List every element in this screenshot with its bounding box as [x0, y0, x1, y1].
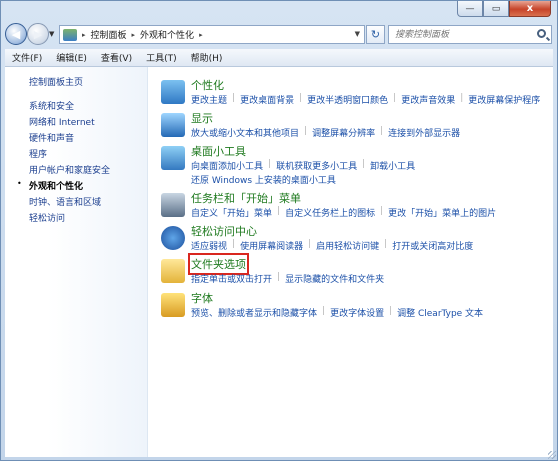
content-area: 控制面板主页 系统和安全 网络和 Internet 硬件和声音 程序 用户帐户和…	[5, 67, 553, 457]
breadcrumb-control-panel[interactable]: 控制面板	[91, 28, 127, 41]
link-cleartype[interactable]: 调整 ClearType 文本	[397, 306, 483, 319]
sidebar-home-link[interactable]: 控制面板主页	[29, 75, 83, 88]
menu-bar: 文件(F) 编辑(E) 查看(V) 工具(T) 帮助(H)	[5, 49, 553, 67]
category-links: 放大或缩小文本和其他项目 | 调整屏幕分辨率 | 连接到外部显示器	[191, 126, 461, 139]
forward-arrow-icon: ▶	[33, 27, 43, 41]
link-uninstall-gadget[interactable]: 卸载小工具	[370, 159, 415, 172]
search-icon[interactable]	[537, 29, 546, 38]
link-screen-reader[interactable]: 使用屏幕阅读器	[240, 239, 303, 252]
control-panel-window: — ▭ x ◀ ▶ ▼ ▸ 控制面板 ▸ 外观和个性化 ▸ ▼ ↻ 文件(F) …	[0, 0, 558, 461]
sidebar-item-user-accounts[interactable]: 用户帐户和家庭安全	[29, 163, 110, 176]
category-links-row2: 还原 Windows 上安装的桌面小工具	[191, 173, 336, 186]
link-ease-of-access-keys[interactable]: 启用轻松访问键	[316, 239, 379, 252]
current-item-bullet-icon: •	[17, 179, 22, 188]
menu-file[interactable]: 文件(F)	[5, 51, 49, 64]
breadcrumb-separator-icon[interactable]: ▸	[82, 31, 86, 39]
folder-options-title-highlighted[interactable]: 文件夹选项	[188, 253, 249, 275]
minimize-button[interactable]: —	[457, 1, 483, 17]
category-title[interactable]: 桌面小工具	[191, 143, 246, 159]
category-title[interactable]: 字体	[191, 290, 213, 306]
menu-tools[interactable]: 工具(T)	[139, 51, 184, 64]
sidebar-item-clock-language[interactable]: 时钟、语言和区域	[29, 195, 101, 208]
link-external-display[interactable]: 连接到外部显示器	[388, 126, 460, 139]
control-panel-icon	[63, 28, 77, 41]
close-button[interactable]: x	[509, 1, 551, 17]
category-links: 自定义「开始」菜单 | 自定义任务栏上的图标 | 更改「开始」菜单上的图片	[191, 206, 497, 219]
refresh-button[interactable]: ↻	[366, 25, 385, 44]
sidebar-item-network[interactable]: 网络和 Internet	[29, 115, 95, 128]
link-single-double-click[interactable]: 指定单击或双击打开	[191, 272, 272, 285]
sidebar-item-ease-of-access[interactable]: 轻松访问	[29, 211, 65, 224]
refresh-icon: ↻	[370, 28, 381, 41]
desktop-gadgets-icon[interactable]	[161, 146, 185, 170]
category-title[interactable]: 个性化	[191, 77, 224, 93]
maximize-button[interactable]: ▭	[483, 1, 509, 17]
category-links: 向桌面添加小工具 | 联机获取更多小工具 | 卸载小工具	[191, 159, 416, 172]
caption-buttons: — ▭ x	[457, 1, 551, 18]
menu-help[interactable]: 帮助(H)	[184, 51, 230, 64]
personalization-icon[interactable]	[161, 80, 185, 104]
address-dropdown-icon[interactable]: ▼	[355, 30, 360, 38]
link-customize-taskbar-icons[interactable]: 自定义任务栏上的图标	[285, 206, 375, 219]
recent-pages-dropdown-icon[interactable]: ▼	[49, 30, 54, 38]
link-change-background[interactable]: 更改桌面背景	[240, 93, 294, 106]
category-links: 适应弱视 | 使用屏幕阅读器 | 启用轻松访问键 | 打开或关闭高对比度	[191, 239, 474, 252]
link-low-vision[interactable]: 适应弱视	[191, 239, 227, 252]
sidebar-item-hardware-sound[interactable]: 硬件和声音	[29, 131, 74, 144]
link-high-contrast[interactable]: 打开或关闭高对比度	[392, 239, 473, 252]
link-change-theme[interactable]: 更改主题	[191, 93, 227, 106]
menu-edit[interactable]: 编辑(E)	[49, 51, 94, 64]
menu-view[interactable]: 查看(V)	[94, 51, 139, 64]
sidebar: 控制面板主页 系统和安全 网络和 Internet 硬件和声音 程序 用户帐户和…	[5, 67, 148, 457]
category-title[interactable]: 显示	[191, 110, 213, 126]
search-box[interactable]	[388, 25, 552, 44]
back-arrow-icon: ◀	[11, 27, 21, 41]
link-add-gadgets[interactable]: 向桌面添加小工具	[191, 159, 263, 172]
breadcrumb-separator-icon[interactable]: ▸	[132, 31, 136, 39]
breadcrumb-appearance[interactable]: 外观和个性化	[140, 28, 194, 41]
category-links: 更改主题 | 更改桌面背景 | 更改半透明窗口颜色 | 更改声音效果 | 更改屏幕保护程…	[191, 93, 541, 106]
sidebar-item-programs[interactable]: 程序	[29, 147, 47, 160]
link-sound-effects[interactable]: 更改声音效果	[401, 93, 455, 106]
category-links: 预览、删除或者显示和隐藏字体 | 更改字体设置 | 调整 ClearType 文本	[191, 306, 484, 319]
link-start-menu-picture[interactable]: 更改「开始」菜单上的图片	[388, 206, 496, 219]
taskbar-icon[interactable]	[161, 193, 185, 217]
link-preview-fonts[interactable]: 预览、删除或者显示和隐藏字体	[191, 306, 317, 319]
link-restore-gadgets[interactable]: 还原 Windows 上安装的桌面小工具	[191, 173, 336, 186]
link-font-settings[interactable]: 更改字体设置	[330, 306, 384, 319]
display-monitor-icon[interactable]	[161, 113, 185, 137]
link-show-hidden-files[interactable]: 显示隐藏的文件和文件夹	[285, 272, 384, 285]
folder-options-icon[interactable]	[161, 259, 185, 283]
navigation-bar: ◀ ▶ ▼ ▸ 控制面板 ▸ 外观和个性化 ▸ ▼ ↻	[5, 19, 553, 49]
category-title[interactable]: 任务栏和「开始」菜单	[191, 190, 301, 206]
link-screen-saver[interactable]: 更改屏幕保护程序	[468, 93, 540, 106]
back-button[interactable]: ◀	[5, 23, 27, 45]
fonts-icon[interactable]	[161, 293, 185, 317]
link-get-more-gadgets[interactable]: 联机获取更多小工具	[276, 159, 357, 172]
address-bar[interactable]: ▸ 控制面板 ▸ 外观和个性化 ▸ ▼	[59, 25, 365, 44]
breadcrumb-separator-icon[interactable]: ▸	[199, 31, 203, 39]
ease-of-access-icon[interactable]	[161, 226, 185, 250]
link-window-color[interactable]: 更改半透明窗口颜色	[307, 93, 388, 106]
link-text-size[interactable]: 放大或缩小文本和其他项目	[191, 126, 299, 139]
sidebar-item-system-security[interactable]: 系统和安全	[29, 99, 74, 112]
forward-button[interactable]: ▶	[27, 23, 49, 45]
link-customize-start-menu[interactable]: 自定义「开始」菜单	[191, 206, 272, 219]
search-input[interactable]	[393, 28, 537, 41]
category-title[interactable]: 轻松访问中心	[191, 223, 257, 239]
resize-grip[interactable]	[548, 451, 556, 459]
link-resolution[interactable]: 调整屏幕分辨率	[312, 126, 375, 139]
sidebar-item-appearance: 外观和个性化	[29, 182, 84, 192]
category-links: 指定单击或双击打开 | 显示隐藏的文件和文件夹	[191, 272, 385, 285]
